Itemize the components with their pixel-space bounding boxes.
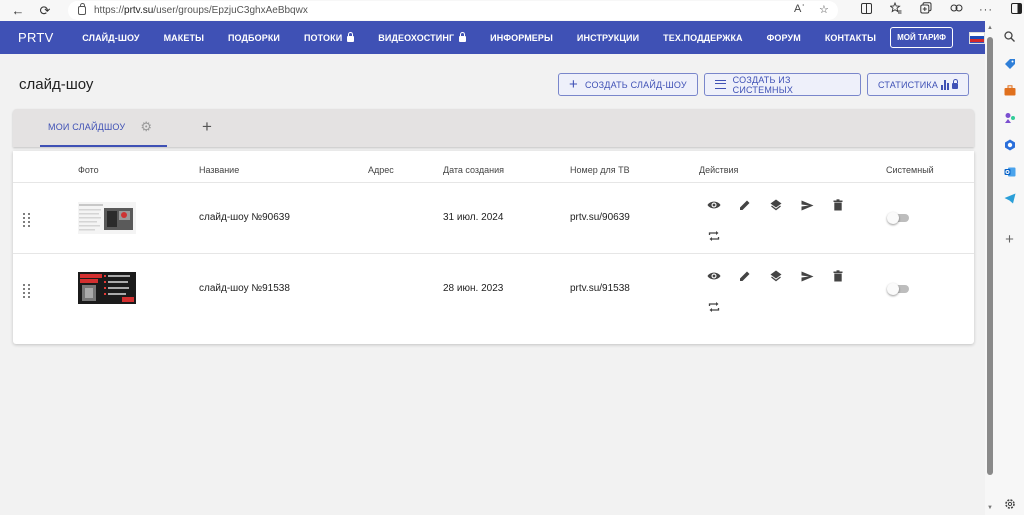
menu-item-forum[interactable]: ФОРУМ: [755, 33, 813, 43]
repeat-icon[interactable]: [706, 299, 722, 315]
create-slideshow-button[interactable]: + СОЗДАТЬ СЛАЙД-ШОУ: [558, 73, 698, 96]
top-navigation: PRTV СЛАЙД-ШОУ МАКЕТЫ ПОДБОРКИ ПОТОКИ ВИ…: [0, 21, 985, 54]
browser-sidebar: +: [995, 21, 1024, 515]
slideshow-table: Фото Название Адрес Дата создания Номер …: [13, 151, 974, 344]
url-host: prtv.su: [124, 5, 154, 16]
sidebar-toggle-icon[interactable]: [1006, 2, 1024, 17]
menu-item-slideshow[interactable]: СЛАЙД-ШОУ: [70, 33, 151, 43]
collections-icon[interactable]: [916, 2, 936, 17]
column-header-address: Адрес: [368, 165, 394, 175]
main-menu: СЛАЙД-ШОУ МАКЕТЫ ПОДБОРКИ ПОТОКИ ВИДЕОХО…: [70, 21, 985, 54]
column-header-photo: Фото: [78, 165, 99, 175]
telegram-send-icon[interactable]: [1003, 192, 1016, 205]
games-icon[interactable]: [1003, 111, 1016, 124]
tv-number[interactable]: prtv.su/90639: [570, 212, 630, 223]
menu-item-layouts[interactable]: МАКЕТЫ: [152, 33, 216, 43]
lock-icon: [78, 3, 86, 15]
list-icon: [715, 80, 726, 89]
layers-icon[interactable]: [768, 268, 784, 284]
scroll-down-icon[interactable]: ▼: [987, 505, 993, 511]
url-prefix: https://: [94, 5, 125, 16]
gear-icon[interactable]: ⚙: [140, 119, 152, 135]
delete-trash-icon[interactable]: [830, 268, 846, 284]
scroll-up-icon[interactable]: ▲: [987, 25, 993, 31]
lock-icon: [347, 31, 355, 42]
created-date: 31 июл. 2024: [443, 212, 504, 223]
system-toggle[interactable]: [887, 283, 909, 295]
send-icon[interactable]: [799, 268, 815, 284]
bar-chart-icon: [941, 79, 950, 90]
settings-gear-icon[interactable]: [1003, 497, 1016, 510]
slideshow-thumbnail[interactable]: [78, 202, 136, 234]
favorite-star-icon[interactable]: ☆: [819, 3, 829, 16]
refresh-icon[interactable]: ⟳: [34, 0, 56, 21]
column-header-system: Системный: [886, 165, 934, 175]
layers-icon[interactable]: [768, 197, 784, 213]
search-icon[interactable]: [1003, 30, 1016, 43]
add-tab-button[interactable]: +: [202, 117, 212, 137]
page-header: слайд-шоу + СОЗДАТЬ СЛАЙД-ШОУ СОЗДАТЬ ИЗ…: [0, 72, 985, 102]
send-icon[interactable]: [799, 197, 815, 213]
menu-item-support[interactable]: ТЕХ.ПОДДЕРЖКА: [651, 33, 755, 43]
view-eye-icon[interactable]: [706, 268, 722, 284]
split-screen-icon[interactable]: [856, 2, 876, 17]
page-scrollbar[interactable]: ▲ ▼: [985, 21, 995, 515]
favorites-icon[interactable]: [886, 1, 906, 17]
my-tariff-button[interactable]: МОЙ ТАРИФ: [890, 27, 953, 48]
page-viewport: PRTV СЛАЙД-ШОУ МАКЕТЫ ПОДБОРКИ ПОТОКИ ВИ…: [0, 21, 985, 515]
column-header-tv-number: Номер для ТВ: [570, 165, 630, 175]
menu-item-collections[interactable]: ПОДБОРКИ: [216, 33, 292, 43]
statistics-button[interactable]: СТАТИСТИКА: [867, 73, 969, 96]
extension-icon[interactable]: [946, 2, 966, 17]
address-bar[interactable]: https://prtv.su/user/groups/EpzjuC3ghxAe…: [68, 1, 838, 20]
back-icon[interactable]: ←: [7, 0, 29, 21]
lock-icon: [952, 78, 958, 89]
slideshow-thumbnail[interactable]: [78, 272, 136, 304]
system-toggle[interactable]: [887, 212, 909, 224]
slideshow-name[interactable]: слайд-шоу №91538: [199, 283, 290, 294]
drag-handle-icon[interactable]: [23, 213, 31, 227]
create-from-system-button[interactable]: СОЗДАТЬ ИЗ СИСТЕМНЫХ: [704, 73, 861, 96]
add-sidebar-app-icon[interactable]: +: [1003, 231, 1016, 248]
tab-my-slideshows[interactable]: МОИ СЛАЙДШОУ ⚙: [40, 109, 167, 147]
menu-item-contacts[interactable]: КОНТАКТЫ: [813, 33, 888, 43]
outlook-icon[interactable]: [1003, 165, 1016, 178]
tabs-bar: МОИ СЛАЙДШОУ ⚙ +: [13, 109, 974, 147]
menu-item-videohosting[interactable]: ВИДЕОХОСТИНГ: [366, 31, 478, 43]
browser-toolbar: ← ⟳ https://prtv.su/user/groups/EpzjuC3g…: [0, 0, 1024, 21]
column-header-created: Дата создания: [443, 165, 504, 175]
column-header-name: Название: [199, 165, 240, 175]
url-path: /user/groups/EpzjuC3ghxAeBbqwx: [153, 5, 308, 16]
brand-logo[interactable]: PRTV: [18, 30, 70, 45]
tools-briefcase-icon[interactable]: [1003, 84, 1016, 97]
lock-icon: [459, 31, 467, 42]
tv-number[interactable]: prtv.su/91538: [570, 283, 630, 294]
table-row: слайд-шоу №90639 31 июл. 2024 prtv.su/90…: [13, 183, 974, 253]
drag-handle-icon[interactable]: [23, 284, 31, 298]
plus-icon: +: [569, 75, 578, 93]
view-eye-icon[interactable]: [706, 197, 722, 213]
created-date: 28 июн. 2023: [443, 283, 504, 294]
edit-pencil-icon[interactable]: [737, 268, 753, 284]
read-aloud-icon[interactable]: Aʾ: [794, 3, 805, 16]
menu-item-informers[interactable]: ИНФОРМЕРЫ: [478, 33, 565, 43]
column-header-actions: Действия: [699, 165, 739, 175]
more-menu-icon[interactable]: ···: [976, 4, 996, 16]
page-title: слайд-шоу: [19, 76, 94, 93]
delete-trash-icon[interactable]: [830, 197, 846, 213]
menu-item-instructions[interactable]: ИНСТРУКЦИИ: [565, 33, 651, 43]
edit-pencil-icon[interactable]: [737, 197, 753, 213]
menu-item-streams[interactable]: ПОТОКИ: [292, 31, 366, 43]
scrollbar-thumb[interactable]: [987, 37, 993, 475]
table-row: слайд-шоу №91538 28 июн. 2023 prtv.su/91…: [13, 253, 974, 323]
slideshow-name[interactable]: слайд-шоу №90639: [199, 212, 290, 223]
microsoft-365-icon[interactable]: [1003, 138, 1016, 151]
shopping-tag-icon[interactable]: [1003, 57, 1016, 70]
repeat-icon[interactable]: [706, 228, 722, 244]
russian-flag-icon[interactable]: [969, 31, 985, 44]
